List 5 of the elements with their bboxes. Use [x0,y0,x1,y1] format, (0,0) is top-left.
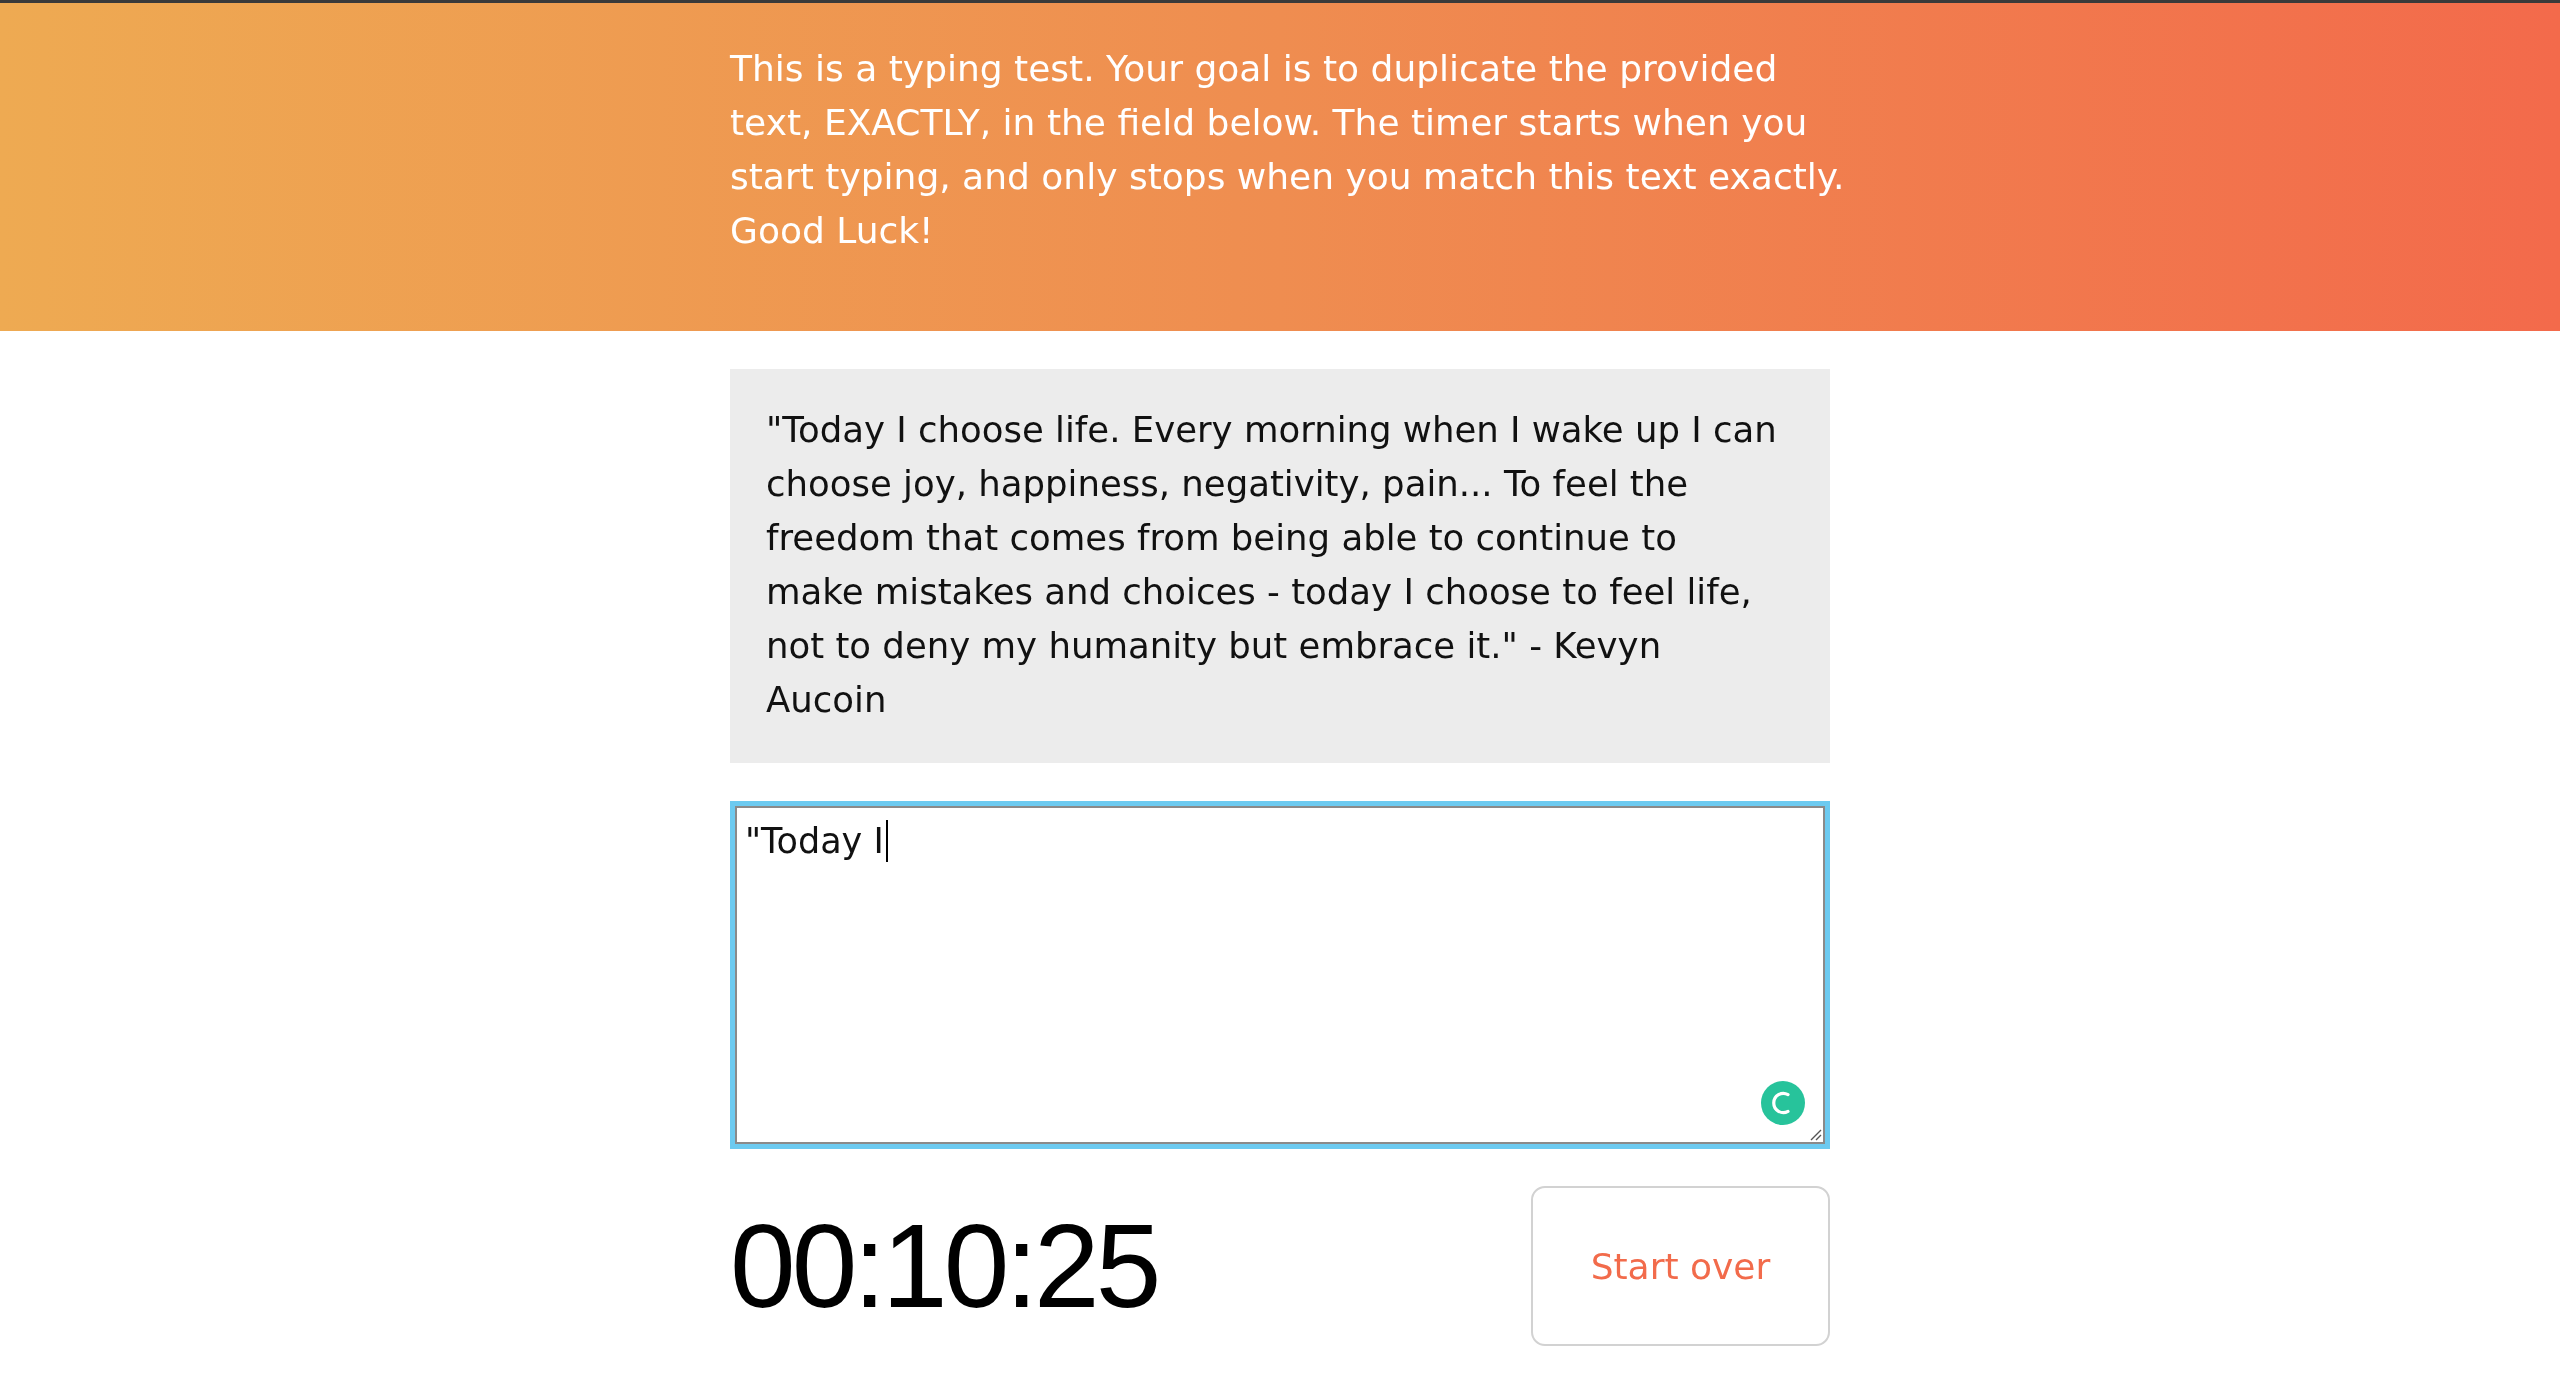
typing-field[interactable]: "Today I [730,801,1830,1149]
quote-text: "Today I choose life. Every morning when I wake up I can choose joy, happiness, negativity, pain... To feel the freedom that comes from being able to continue to make mistakes and choices - today I choose to feel life, not to deny my humanity but embrace it." - Kevyn Aucoin [766,408,1778,722]
instructions-text: This is a typing test. Your goal is to duplicate the provided text, EXACTLY, in the field below. The timer starts when you start typing, and only stops when you match this text exactly. Good Luck! [730,47,1846,253]
resize-handle-icon[interactable] [1810,1129,1822,1141]
timer-display: 00:10:25 [730,1207,1158,1325]
